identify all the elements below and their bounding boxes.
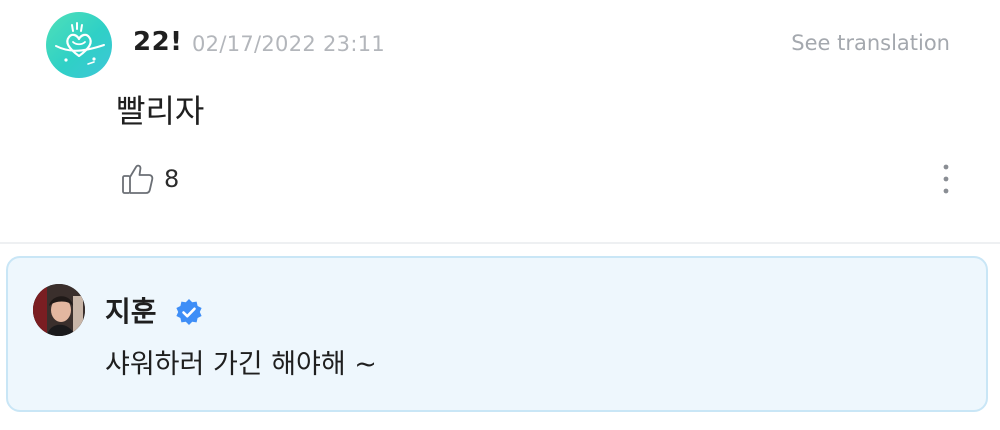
thumbs-up-icon xyxy=(120,161,156,197)
comment-timestamp: 02/17/2022 23:11 xyxy=(192,32,386,56)
comment-item: 22! 02/17/2022 23:11 See translation 빨리자… xyxy=(0,0,1000,243)
reply-author[interactable]: 지훈 xyxy=(105,290,157,330)
comment-author[interactable]: 22! xyxy=(133,27,183,57)
comment-text: 빨리자 xyxy=(116,92,205,130)
more-options-button[interactable] xyxy=(932,160,960,198)
artist-reply-card: 지훈 샤워하러 가긴 해야해 ~ xyxy=(6,256,988,412)
like-count: 8 xyxy=(164,165,180,193)
more-vertical-icon xyxy=(943,164,949,194)
see-translation-link[interactable]: See translation xyxy=(791,31,950,55)
divider xyxy=(0,242,1000,244)
verified-badge-icon xyxy=(173,297,205,329)
comment-thread: 22! 02/17/2022 23:11 See translation 빨리자… xyxy=(0,0,1000,430)
like-button[interactable]: 8 xyxy=(120,160,200,198)
heart-doodle-avatar-icon[interactable] xyxy=(46,12,112,78)
reply-text: 샤워하러 가긴 해야해 ~ xyxy=(105,349,377,380)
profile-photo-avatar[interactable] xyxy=(33,284,85,336)
